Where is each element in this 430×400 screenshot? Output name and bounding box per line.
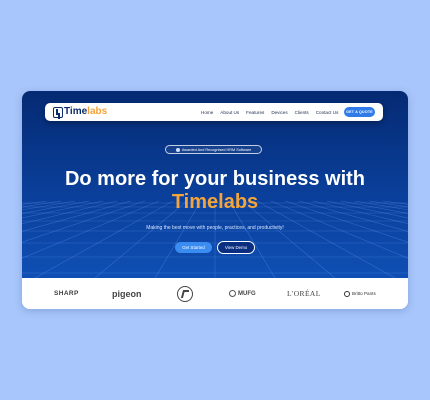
nav-link-home[interactable]: Home	[201, 110, 213, 115]
pigeon-logo: pigeon	[112, 278, 142, 309]
nav-link-contact-us[interactable]: Contact Us	[316, 110, 339, 115]
award-badge-text: Awarded And Recognised HRM Software	[181, 147, 252, 152]
britto-pants-logo: Britto Pants	[344, 278, 376, 309]
nav-links: Home About Us Features Devices Clients C…	[201, 103, 338, 121]
logo-text-accent: labs	[87, 106, 108, 117]
loreal-logo-text: L'ORÉAL	[287, 289, 321, 298]
sharp-logo-text: SHARP	[54, 290, 79, 297]
britto-logo-icon	[344, 290, 350, 297]
lt-logo	[177, 278, 193, 309]
client-logos-strip: SHARP pigeon MUFG L'ORÉAL Britto Pants	[22, 278, 408, 309]
nav-link-devices[interactable]: Devices	[271, 110, 287, 115]
award-icon	[175, 147, 180, 152]
timelabs-logo-icon	[53, 106, 63, 118]
website-preview-card: Timelabs Home About Us Features Devices …	[22, 91, 408, 309]
hero-tagline: Making the best move with people, practi…	[146, 225, 284, 231]
nav-link-clients[interactable]: Clients	[295, 110, 309, 115]
award-badge: Awarded And Recognised HRM Software	[165, 145, 262, 154]
logo-text-main: Time	[64, 106, 88, 117]
loreal-logo: L'ORÉAL	[287, 278, 321, 309]
pigeon-logo-text: pigeon	[112, 288, 142, 299]
britto-logo-text: Britto Pants	[352, 291, 376, 296]
top-navbar: Timelabs Home About Us Features Devices …	[45, 103, 383, 121]
mufg-logo-icon	[229, 290, 236, 297]
hero-headline-brand: Timelabs	[171, 191, 259, 213]
mufg-logo-text: MUFG	[238, 290, 256, 297]
timelabs-logo[interactable]: Timelabs	[53, 106, 107, 118]
get-started-button[interactable]: Get Started	[175, 242, 212, 253]
hero-section: Timelabs Home About Us Features Devices …	[22, 91, 408, 278]
nav-link-features[interactable]: Features	[246, 110, 264, 115]
hero-headline: Do more for your business with	[64, 168, 366, 190]
lt-logo-icon	[177, 285, 193, 302]
nav-link-about-us[interactable]: About Us	[220, 110, 239, 115]
sharp-logo: SHARP	[54, 278, 79, 309]
view-demo-button[interactable]: View Demo	[217, 241, 255, 254]
get-a-quote-button[interactable]: GET A QUOTE	[344, 107, 375, 117]
mufg-logo: MUFG	[229, 278, 256, 309]
